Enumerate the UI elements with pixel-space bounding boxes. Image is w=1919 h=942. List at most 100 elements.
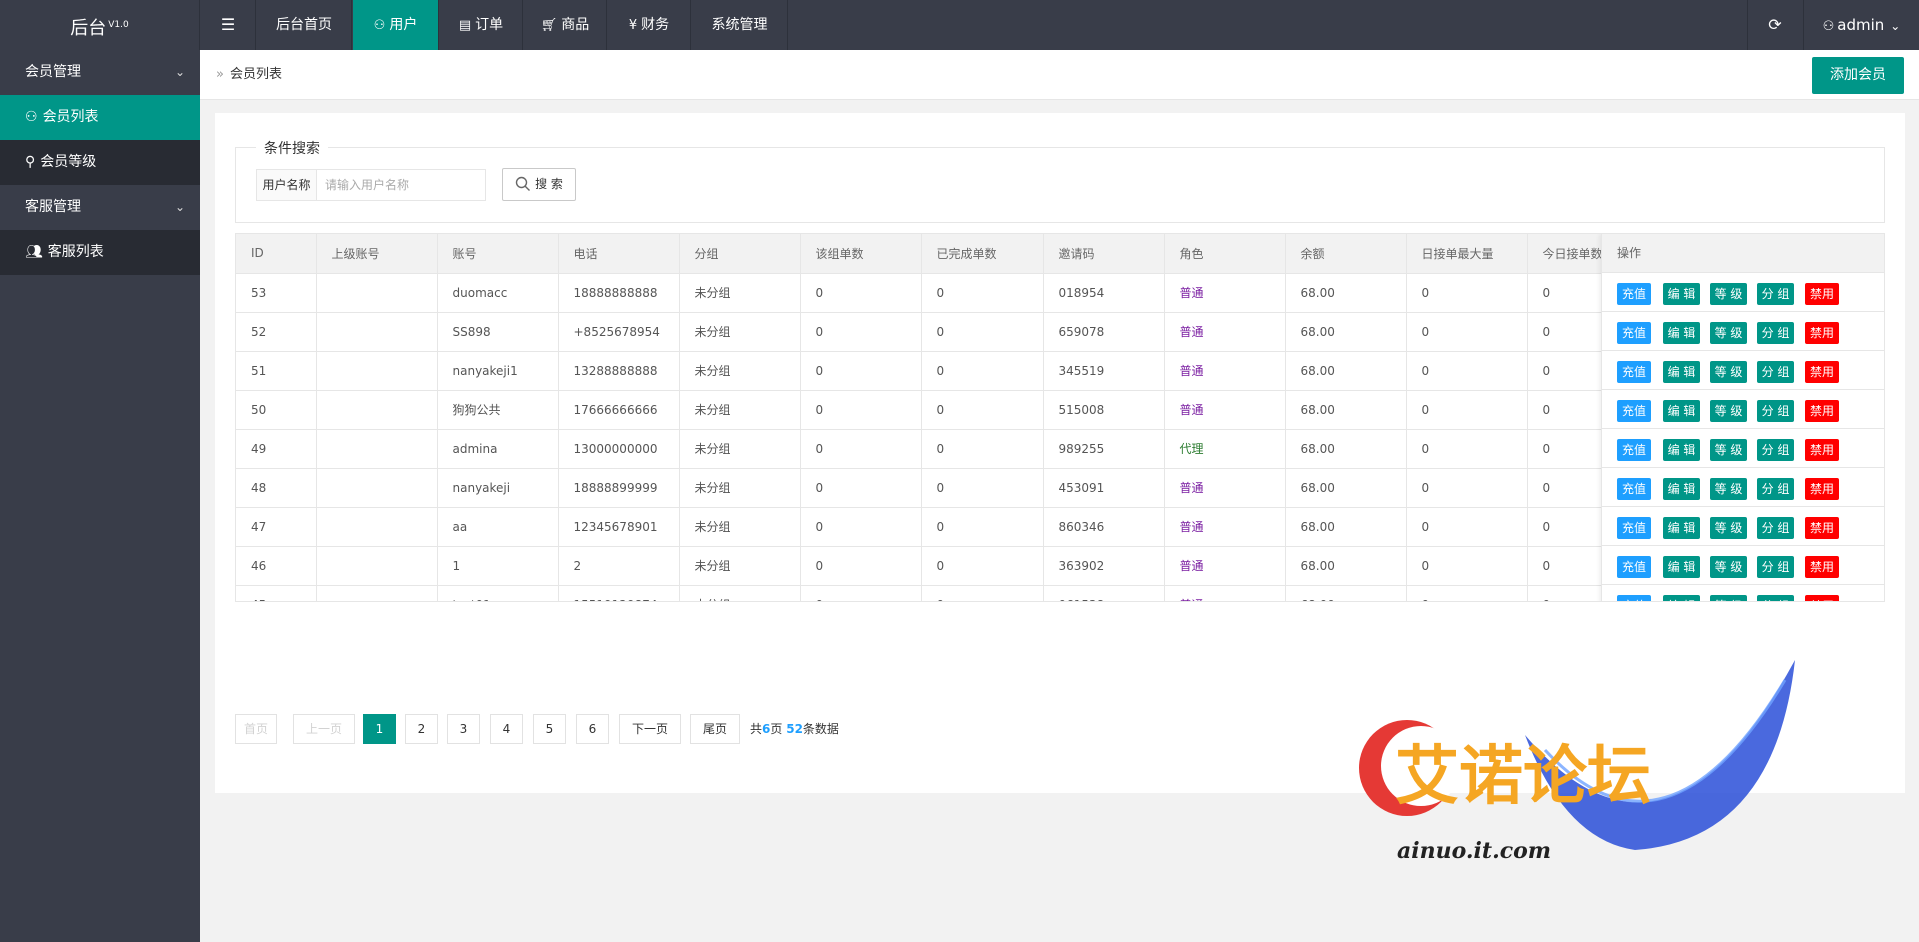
table-row: 49 admina 13000000000 未分组 0 0 989255 代理 68.00 0 0 bbox=[236, 429, 1649, 469]
nav-users[interactable]: ⚇ 用户 bbox=[353, 0, 439, 50]
recharge-button[interactable]: 充值 bbox=[1617, 361, 1651, 383]
disable-button[interactable]: 禁用 bbox=[1805, 361, 1839, 383]
sidebar-item-member-list[interactable]: ⚇ 会员列表 bbox=[0, 95, 200, 140]
group-button[interactable]: 分 组 bbox=[1757, 400, 1794, 422]
group-button[interactable]: 分 组 bbox=[1757, 517, 1794, 539]
breadcrumb: » 会员列表 bbox=[216, 50, 282, 100]
sidebar-group-service[interactable]: 客服管理 ⌄ bbox=[0, 185, 200, 230]
level-button[interactable]: 等 级 bbox=[1710, 439, 1747, 461]
disable-button[interactable]: 禁用 bbox=[1805, 283, 1839, 305]
disable-button[interactable]: 禁用 bbox=[1805, 517, 1839, 539]
nav-home[interactable]: 后台首页 bbox=[257, 0, 352, 50]
table-cell: 659078 bbox=[1043, 312, 1165, 352]
logo-version: V1.0 bbox=[108, 20, 129, 30]
group-button[interactable]: 分 组 bbox=[1757, 283, 1794, 305]
disable-button[interactable]: 禁用 bbox=[1805, 439, 1839, 461]
menu-toggle-button[interactable]: ☰ bbox=[201, 0, 256, 50]
nav-products[interactable]: 🛒︎ 商品 bbox=[524, 0, 607, 50]
nav-finance[interactable]: ¥ 财务 bbox=[608, 0, 691, 50]
username-search-input[interactable] bbox=[316, 169, 486, 201]
edit-button[interactable]: 编 辑 bbox=[1663, 361, 1700, 383]
table-cell: 18888899999 bbox=[558, 468, 680, 508]
edit-button[interactable]: 编 辑 bbox=[1663, 400, 1700, 422]
top-navbar: 后台 V1.0 ☰ 后台首页 ⚇ 用户 ▤ 订单 🛒︎ 商品 ¥ 财务 系统管理 ⟳ ⚇ a… bbox=[0, 0, 1919, 50]
next-page-button[interactable]: 下一页 bbox=[619, 714, 681, 744]
disable-button[interactable]: 禁用 bbox=[1805, 556, 1839, 578]
sidebar-group-members[interactable]: 会员管理 ⌄ bbox=[0, 50, 200, 95]
sidebar-item-service-list[interactable]: 👥︎ 客服列表 bbox=[0, 230, 200, 275]
group-button[interactable]: 分 组 bbox=[1757, 361, 1794, 383]
edit-button[interactable]: 编 辑 bbox=[1663, 439, 1700, 461]
last-page-button[interactable]: 尾页 bbox=[690, 714, 740, 744]
level-button[interactable]: 等 级 bbox=[1710, 595, 1747, 601]
table-cell: aa bbox=[437, 507, 559, 547]
yen-icon: ¥ bbox=[628, 18, 638, 33]
group-button[interactable]: 分 组 bbox=[1757, 556, 1794, 578]
column-header: 上级账号 bbox=[316, 234, 438, 274]
page-button-5[interactable]: 5 bbox=[533, 714, 566, 744]
page-button-4[interactable]: 4 bbox=[490, 714, 523, 744]
sidebar: 会员管理 ⌄ ⚇ 会员列表 ⚲ 会员等级 客服管理 ⌄ 👥︎ 客服列表 bbox=[0, 50, 200, 942]
badge-icon: ⚲ bbox=[25, 154, 36, 170]
recharge-button[interactable]: 充值 bbox=[1617, 439, 1651, 461]
table-cell bbox=[316, 585, 438, 601]
table-cell bbox=[316, 468, 438, 508]
edit-button[interactable]: 编 辑 bbox=[1663, 478, 1700, 500]
group-button[interactable]: 分 组 bbox=[1757, 595, 1794, 601]
recharge-button[interactable]: 充值 bbox=[1617, 400, 1651, 422]
nav-system[interactable]: 系统管理 bbox=[692, 0, 788, 50]
edit-button[interactable]: 编 辑 bbox=[1663, 283, 1700, 305]
level-button[interactable]: 等 级 bbox=[1710, 478, 1747, 500]
edit-button[interactable]: 编 辑 bbox=[1663, 556, 1700, 578]
row-actions: 充值编 辑等 级分 组禁用 bbox=[1602, 546, 1884, 585]
disable-button[interactable]: 禁用 bbox=[1805, 478, 1839, 500]
prev-page-button[interactable]: 上一页 bbox=[293, 714, 355, 744]
role-cell: 普通 bbox=[1164, 273, 1286, 313]
admin-avatar-icon: ⚇ bbox=[1822, 19, 1835, 34]
level-button[interactable]: 等 级 bbox=[1710, 400, 1747, 422]
sidebar-item-member-level[interactable]: ⚲ 会员等级 bbox=[0, 140, 200, 185]
table-cell: 0 bbox=[1406, 468, 1528, 508]
page-button-2[interactable]: 2 bbox=[405, 714, 438, 744]
table-row: 52 SS898 +8525678954 未分组 0 0 659078 普通 68.00 0 0 bbox=[236, 312, 1649, 352]
pagination-info-mid: 页 bbox=[770, 722, 783, 736]
page-button-6[interactable]: 6 bbox=[576, 714, 609, 744]
recharge-button[interactable]: 充值 bbox=[1617, 322, 1651, 344]
edit-button[interactable]: 编 辑 bbox=[1663, 322, 1700, 344]
admin-menu[interactable]: ⚇ admin ⌄ bbox=[1803, 0, 1919, 50]
table-cell: 0 bbox=[1406, 507, 1528, 547]
table-cell: duomacc bbox=[437, 273, 559, 313]
add-member-button[interactable]: 添加会员 bbox=[1812, 57, 1904, 94]
role-cell: 普通 bbox=[1164, 468, 1286, 508]
page-button-3[interactable]: 3 bbox=[447, 714, 480, 744]
level-button[interactable]: 等 级 bbox=[1710, 361, 1747, 383]
group-button[interactable]: 分 组 bbox=[1757, 322, 1794, 344]
first-page-button[interactable]: 首页 bbox=[235, 714, 277, 744]
nav-products-label: 商品 bbox=[561, 17, 590, 33]
level-button[interactable]: 等 级 bbox=[1710, 556, 1747, 578]
search-button[interactable]: 搜 索 bbox=[502, 168, 576, 201]
level-button[interactable]: 等 级 bbox=[1710, 322, 1747, 344]
group-button[interactable]: 分 组 bbox=[1757, 439, 1794, 461]
disable-button[interactable]: 禁用 bbox=[1805, 322, 1839, 344]
refresh-button[interactable]: ⟳ bbox=[1747, 0, 1802, 50]
table-body: 53 duomacc 18888888888 未分组 0 0 018954 普通 68.00 0 0… bbox=[236, 273, 1649, 601]
group-button[interactable]: 分 组 bbox=[1757, 478, 1794, 500]
recharge-button[interactable]: 充值 bbox=[1617, 595, 1651, 601]
edit-button[interactable]: 编 辑 bbox=[1663, 517, 1700, 539]
recharge-button[interactable]: 充值 bbox=[1617, 556, 1651, 578]
disable-button[interactable]: 禁用 bbox=[1805, 595, 1839, 601]
table-cell: 68.00 bbox=[1285, 468, 1407, 508]
table-cell: 50 bbox=[236, 390, 317, 430]
level-button[interactable]: 等 级 bbox=[1710, 283, 1747, 305]
level-button[interactable]: 等 级 bbox=[1710, 517, 1747, 539]
nav-orders[interactable]: ▤ 订单 bbox=[440, 0, 523, 50]
recharge-button[interactable]: 充值 bbox=[1617, 478, 1651, 500]
table-row: 48 nanyakeji 18888899999 未分组 0 0 453091 普通 68.00… bbox=[236, 468, 1649, 508]
page-button-1[interactable]: 1 bbox=[363, 714, 396, 744]
edit-button[interactable]: 编 辑 bbox=[1663, 595, 1700, 601]
recharge-button[interactable]: 充值 bbox=[1617, 517, 1651, 539]
recharge-button[interactable]: 充值 bbox=[1617, 283, 1651, 305]
disable-button[interactable]: 禁用 bbox=[1805, 400, 1839, 422]
watermark-logo: 艾诺论坛 ainuo.it.com bbox=[1335, 640, 1815, 900]
